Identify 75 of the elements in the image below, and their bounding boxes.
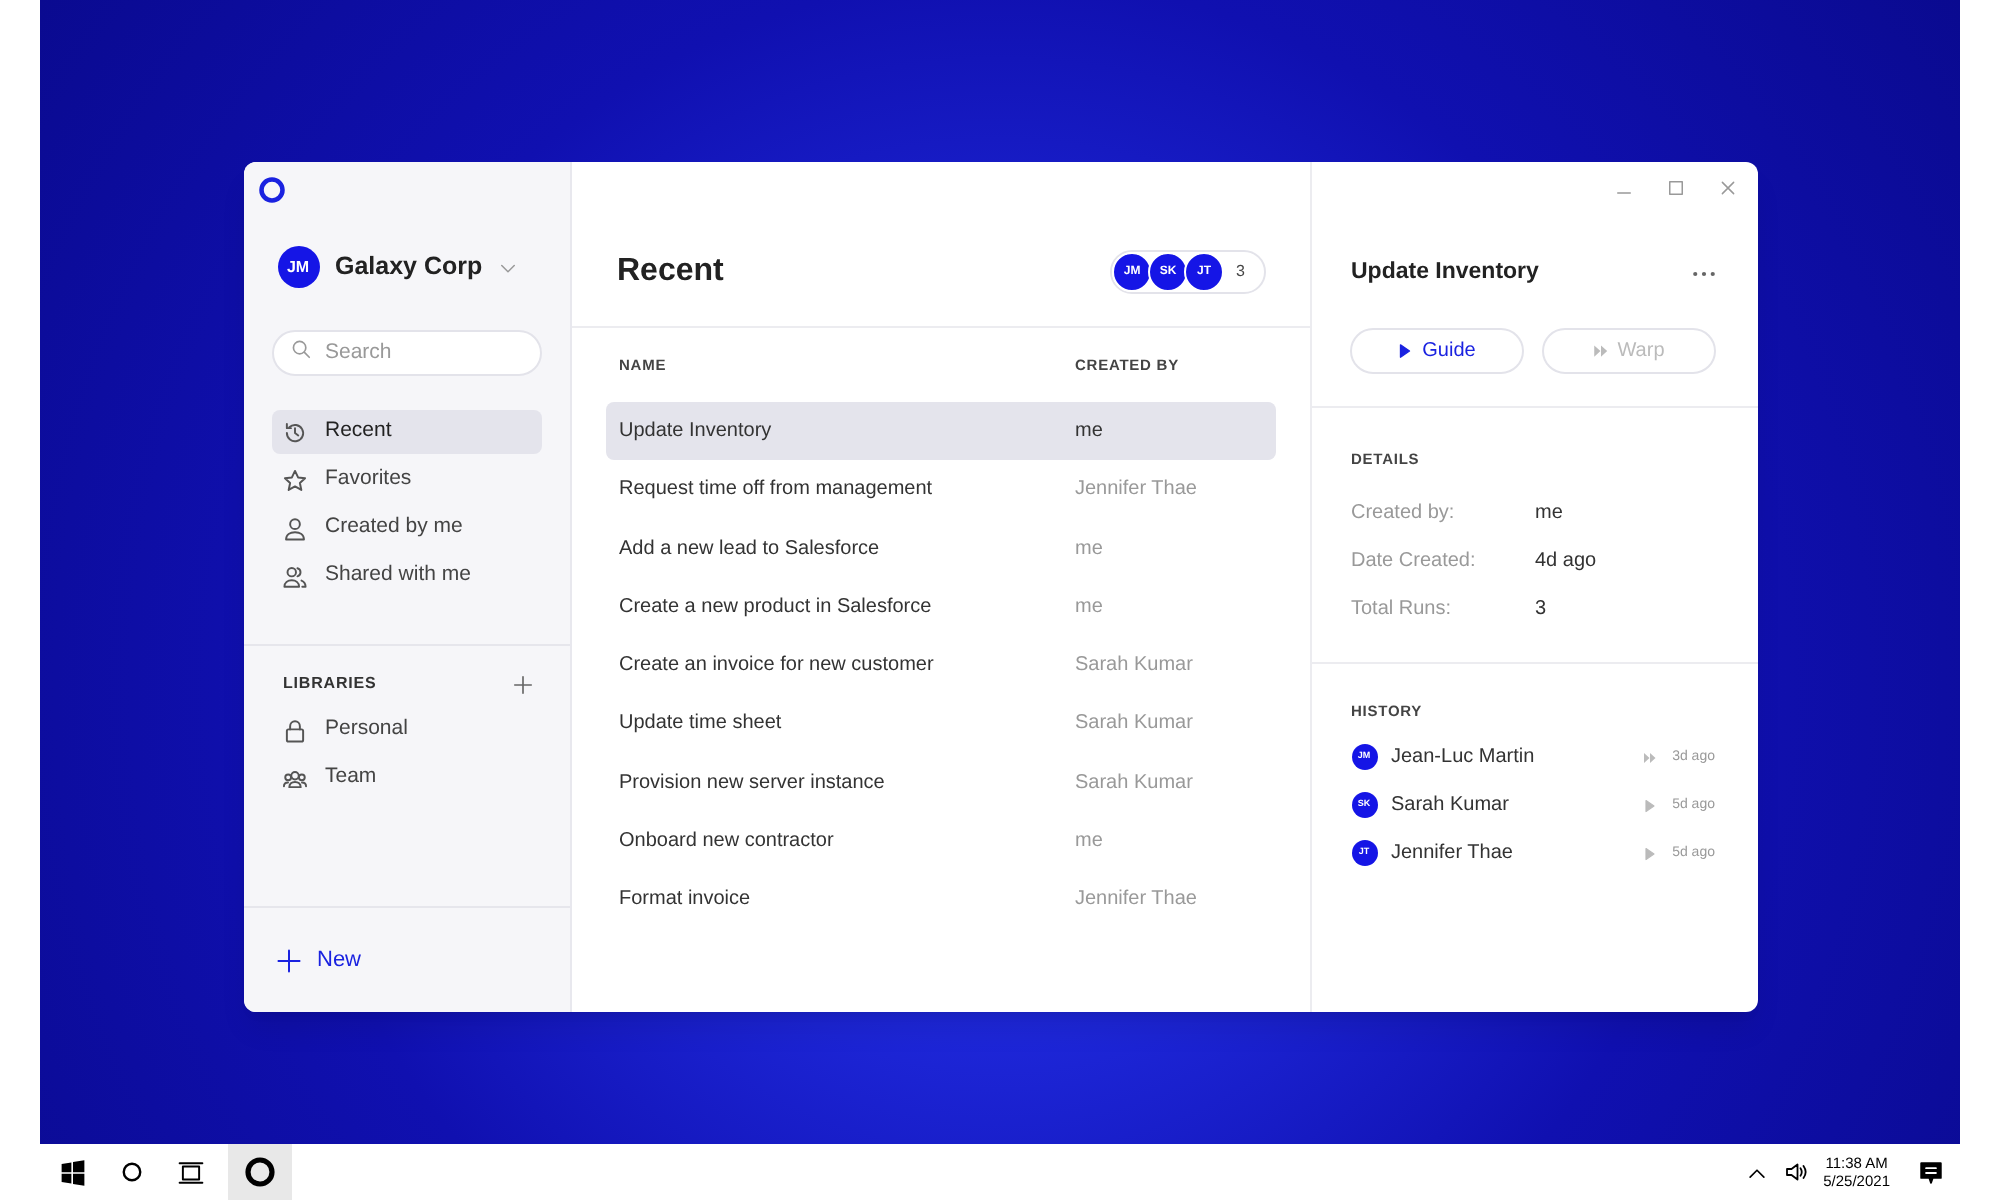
table-row[interactable]: Onboard new contractor me — [605, 812, 1275, 871]
play-icon — [1642, 845, 1659, 862]
table-cell-text: Jennifer Thae — [1075, 886, 1197, 915]
table-row[interactable]: Provision new server instance Sarah Kumar — [605, 753, 1275, 812]
search-field[interactable]: Search — [271, 329, 541, 375]
table-row[interactable]: Create a new product in Salesforce me — [605, 577, 1275, 636]
detail-label: Date Created: — [1351, 548, 1478, 576]
search-icon — [289, 338, 311, 360]
table-row[interactable]: Create an invoice for new customer Sarah Kumar — [605, 636, 1275, 695]
nav-item[interactable]: Recent — [271, 410, 541, 454]
history-icon — [281, 419, 307, 445]
nav-item[interactable]: Favorites — [271, 458, 541, 502]
person-icon — [281, 515, 307, 541]
table-cell-text: Create a new product in Salesforce — [619, 593, 934, 622]
table-cell-text: Add a new lead to Salesforce — [619, 535, 882, 564]
windows-icon[interactable] — [60, 1159, 86, 1185]
group-icon — [281, 765, 307, 791]
nav-item[interactable]: Created by me — [271, 506, 541, 550]
table-cell-text: Request time off from management — [619, 476, 935, 505]
nav-item[interactable]: Shared with me — [271, 554, 541, 598]
detail-label: Created by: — [1351, 500, 1457, 528]
fast-forward-icon — [1591, 342, 1610, 361]
plus-icon — [275, 947, 301, 973]
task-view-icon[interactable] — [178, 1159, 204, 1185]
table-cell-text: me — [1075, 535, 1103, 564]
taskbar-app-button[interactable] — [228, 1144, 292, 1200]
member-count: 3 — [1236, 260, 1245, 284]
user-name: Jennifer Thae — [1391, 840, 1515, 869]
table-cell-text: Provision new server instance — [619, 769, 887, 798]
nav-item[interactable]: Team — [271, 756, 541, 800]
table-cell-text: Sarah Kumar — [1075, 710, 1193, 739]
plus-icon[interactable] — [511, 673, 533, 695]
table-cell-text: Onboard new contractor — [619, 828, 836, 857]
nav-item[interactable]: Personal — [271, 708, 541, 752]
table-row[interactable]: Request time off from management Jennifer Thae — [605, 460, 1275, 519]
app-logo-icon — [257, 176, 285, 204]
people-icon — [281, 563, 307, 589]
circle-icon[interactable] — [120, 1160, 144, 1184]
user-name: Sarah Kumar — [1391, 792, 1511, 821]
table-cell-text: me — [1075, 593, 1103, 622]
organization-name[interactable]: Galaxy Corp — [335, 248, 483, 286]
table-cell-text: Update time sheet — [619, 710, 784, 739]
lock-icon — [281, 717, 307, 743]
table-cell-text: me — [1075, 828, 1103, 857]
star-icon — [281, 467, 307, 493]
app-logo-icon — [244, 1156, 276, 1188]
table-cell-text: Sarah Kumar — [1075, 769, 1193, 798]
table-row[interactable]: Format invoice Jennifer Thae — [605, 870, 1275, 929]
user-name: Jean-Luc Martin — [1391, 744, 1537, 773]
table-cell-text: Update Inventory — [619, 418, 774, 446]
guide-button[interactable]: Guide — [1349, 328, 1523, 375]
new-button[interactable]: New — [275, 940, 362, 980]
avatar: JM — [277, 246, 319, 288]
notification-icon[interactable] — [1918, 1159, 1944, 1185]
maximize-icon[interactable] — [1665, 178, 1685, 198]
table-cell-text: Create an invoice for new customer — [619, 652, 936, 681]
play-icon — [1396, 342, 1415, 361]
play-icon — [1642, 797, 1659, 814]
page-title: Recent — [617, 252, 724, 292]
detail-label: Total Runs: — [1351, 596, 1454, 624]
table-row[interactable]: Add a new lead to Salesforce me — [605, 519, 1275, 578]
detail-value: 4d ago — [1535, 548, 1597, 576]
table-cell-text: Format invoice — [619, 886, 753, 915]
table-cell-text: Sarah Kumar — [1075, 652, 1193, 681]
table-cell-text: me — [1075, 418, 1103, 446]
detail-value: 3 — [1535, 596, 1547, 624]
close-icon[interactable] — [1717, 178, 1737, 198]
section-heading: LIBRARIES — [283, 672, 377, 696]
table-row[interactable]: Update Inventory me — [605, 402, 1275, 460]
panel-title: Update Inventory — [1351, 258, 1539, 288]
speaker-icon[interactable] — [1783, 1160, 1808, 1184]
detail-value: me — [1535, 500, 1563, 528]
table-cell-text: Jennifer Thae — [1075, 476, 1197, 505]
table-row[interactable]: Update time sheet Sarah Kumar — [605, 694, 1275, 753]
fast-forward-icon — [1642, 749, 1659, 766]
